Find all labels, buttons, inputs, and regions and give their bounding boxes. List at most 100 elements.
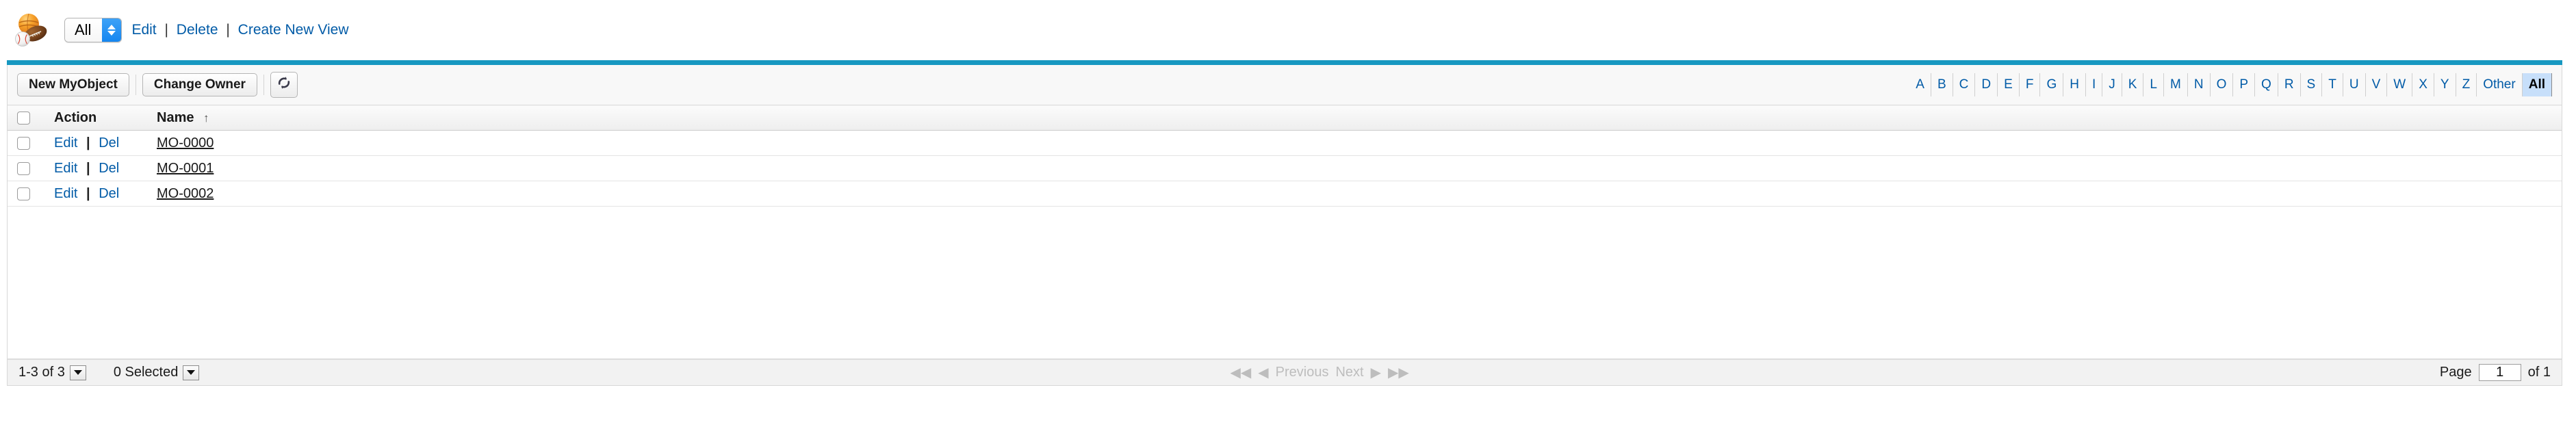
record-range-label: 1-3 of 3 bbox=[18, 365, 65, 380]
pagination-controls: ◀◀ ◀ Previous Next ▶ ▶▶ bbox=[199, 364, 2440, 381]
sort-ascending-icon: ↑ bbox=[203, 111, 209, 125]
row-name-link[interactable]: MO-0002 bbox=[157, 186, 214, 201]
link-separator-2: | bbox=[226, 22, 230, 38]
view-header: All Edit | Delete | Create New View bbox=[0, 0, 2576, 60]
column-header-action: Action bbox=[47, 105, 150, 131]
row-select-cell bbox=[8, 181, 47, 207]
table-row: Edit | Del MO-0002 bbox=[8, 181, 2562, 207]
alpha-filter-i[interactable]: I bbox=[2086, 73, 2103, 96]
page-total-label: of 1 bbox=[2527, 365, 2551, 380]
table-body: Edit | Del MO-0000 Edit | Del MO-0001 Ed… bbox=[8, 130, 2562, 207]
page-navigator: Page of 1 bbox=[2440, 364, 2551, 381]
row-action-cell: Edit | Del bbox=[47, 181, 150, 207]
row-del-link[interactable]: Del bbox=[99, 161, 119, 176]
select-all-header bbox=[8, 105, 47, 131]
sports-balls-icon bbox=[14, 11, 52, 49]
row-checkbox[interactable] bbox=[17, 161, 30, 175]
alpha-filter-k[interactable]: K bbox=[2122, 73, 2144, 96]
refresh-button[interactable] bbox=[270, 72, 298, 98]
alpha-filter-y[interactable]: Y bbox=[2434, 73, 2456, 96]
alpha-filter-c[interactable]: C bbox=[1953, 73, 1976, 96]
table-head: Action Name ↑ bbox=[8, 105, 2562, 131]
record-range-caret-icon bbox=[69, 365, 86, 380]
alpha-filter-u[interactable]: U bbox=[2343, 73, 2366, 96]
create-new-view-link[interactable]: Create New View bbox=[238, 22, 349, 38]
table-row: Edit | Del MO-0001 bbox=[8, 155, 2562, 181]
alpha-filter-p[interactable]: P bbox=[2233, 73, 2256, 96]
alpha-filter-v[interactable]: V bbox=[2366, 73, 2388, 96]
column-header-name-label: Name bbox=[157, 109, 194, 125]
row-edit-link[interactable]: Edit bbox=[54, 135, 77, 151]
table-empty-space bbox=[8, 207, 2562, 359]
view-select[interactable]: All bbox=[64, 18, 123, 42]
link-separator-1: | bbox=[164, 22, 168, 38]
first-page-icon[interactable]: ◀◀ bbox=[1231, 364, 1252, 381]
footer-left-group: 1-3 of 3 0 Selected bbox=[18, 365, 200, 380]
alpha-filter-j[interactable]: J bbox=[2102, 73, 2122, 96]
selected-count-select[interactable]: 0 Selected bbox=[114, 365, 200, 380]
delete-view-link[interactable]: Delete bbox=[177, 22, 218, 38]
row-checkbox[interactable] bbox=[17, 136, 30, 150]
alpha-filter-n[interactable]: N bbox=[2188, 73, 2211, 96]
selected-count-label: 0 Selected bbox=[113, 365, 179, 380]
page-number-input[interactable] bbox=[2478, 364, 2521, 381]
records-table: Action Name ↑ Edit | Del MO-0000 Edit | … bbox=[8, 105, 2562, 207]
alpha-filter-e[interactable]: E bbox=[1998, 73, 2020, 96]
alpha-filter-r[interactable]: R bbox=[2278, 73, 2301, 96]
edit-view-link[interactable]: Edit bbox=[131, 22, 156, 38]
row-edit-link[interactable]: Edit bbox=[54, 161, 77, 176]
table-row: Edit | Del MO-0000 bbox=[8, 130, 2562, 156]
alpha-filter-g[interactable]: G bbox=[2040, 73, 2064, 96]
alpha-filter-b[interactable]: B bbox=[1931, 73, 1953, 96]
previous-page-link[interactable]: Previous bbox=[1276, 365, 1329, 380]
row-select-cell bbox=[8, 130, 47, 156]
row-name-link[interactable]: MO-0000 bbox=[157, 135, 214, 151]
column-header-action-label: Action bbox=[54, 109, 97, 125]
alpha-filter-a[interactable]: A bbox=[1909, 73, 1931, 96]
row-action-cell: Edit | Del bbox=[47, 155, 150, 181]
next-page-icon[interactable]: ▶ bbox=[1371, 364, 1381, 381]
row-name-cell: MO-0002 bbox=[150, 181, 2562, 207]
row-name-cell: MO-0001 bbox=[150, 155, 2562, 181]
alpha-filter-all[interactable]: All bbox=[2522, 73, 2552, 96]
column-header-name[interactable]: Name ↑ bbox=[150, 105, 2562, 131]
page-label: Page bbox=[2439, 365, 2472, 380]
row-name-cell: MO-0000 bbox=[150, 130, 2562, 156]
change-owner-button[interactable]: Change Owner bbox=[142, 73, 257, 97]
row-checkbox[interactable] bbox=[17, 187, 30, 200]
alpha-filter-q[interactable]: Q bbox=[2255, 73, 2278, 96]
list-view-container: New MyObject Change Owner A B C D E F G … bbox=[7, 65, 2562, 386]
alpha-filter-d[interactable]: D bbox=[1975, 73, 1998, 96]
list-action-bar: New MyObject Change Owner A B C D E F G … bbox=[8, 65, 2562, 105]
list-footer: 1-3 of 3 0 Selected ◀◀ ◀ Previous Next ▶… bbox=[8, 359, 2562, 385]
next-page-link[interactable]: Next bbox=[1335, 365, 1363, 380]
row-action-separator: | bbox=[86, 185, 90, 201]
last-page-icon[interactable]: ▶▶ bbox=[1388, 364, 1409, 381]
new-myobject-button[interactable]: New MyObject bbox=[17, 73, 129, 97]
alpha-filter-h[interactable]: H bbox=[2063, 73, 2086, 96]
row-edit-link[interactable]: Edit bbox=[54, 186, 77, 201]
alpha-filter-t[interactable]: T bbox=[2322, 73, 2343, 96]
alpha-filter-o[interactable]: O bbox=[2211, 73, 2234, 96]
row-name-link[interactable]: MO-0001 bbox=[157, 161, 214, 176]
row-action-cell: Edit | Del bbox=[47, 130, 150, 156]
stepper-updown-icon[interactable] bbox=[102, 18, 122, 42]
select-all-checkbox[interactable] bbox=[17, 111, 30, 125]
alpha-filter-s[interactable]: S bbox=[2301, 73, 2323, 96]
alpha-filter-l[interactable]: L bbox=[2143, 73, 2164, 96]
alpha-filter-m[interactable]: M bbox=[2164, 73, 2188, 96]
button-divider-2 bbox=[263, 75, 264, 95]
table-header-row: Action Name ↑ bbox=[8, 105, 2562, 131]
row-del-link[interactable]: Del bbox=[99, 135, 119, 151]
alpha-filter-x[interactable]: X bbox=[2412, 73, 2434, 96]
row-del-link[interactable]: Del bbox=[99, 186, 119, 201]
view-action-links: Edit | Delete | Create New View bbox=[131, 22, 348, 38]
alpha-filter-f[interactable]: F bbox=[2020, 73, 2041, 96]
row-action-separator: | bbox=[86, 135, 90, 151]
previous-page-icon[interactable]: ◀ bbox=[1258, 364, 1268, 381]
alpha-filter: A B C D E F G H I J K L M N O P Q R S T … bbox=[1909, 73, 2552, 96]
record-range-select[interactable]: 1-3 of 3 bbox=[18, 365, 86, 380]
alpha-filter-z[interactable]: Z bbox=[2456, 73, 2477, 96]
alpha-filter-other[interactable]: Other bbox=[2477, 73, 2523, 96]
alpha-filter-w[interactable]: W bbox=[2387, 73, 2413, 96]
